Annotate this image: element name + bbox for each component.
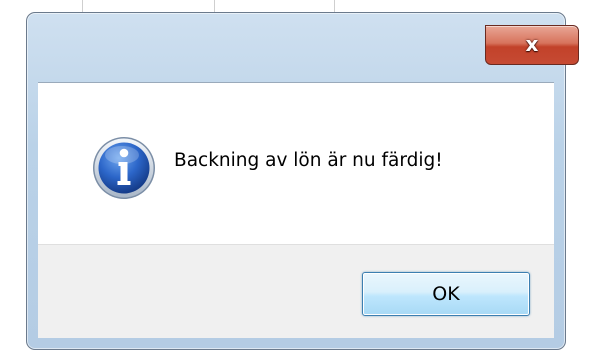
ok-button-label: OK: [432, 283, 460, 305]
dialog-message: Backning av lön är nu färdig!: [174, 150, 443, 171]
close-icon: x: [525, 32, 539, 56]
information-icon: [93, 137, 155, 199]
ok-button[interactable]: OK: [362, 272, 530, 316]
close-button[interactable]: x: [485, 25, 579, 65]
